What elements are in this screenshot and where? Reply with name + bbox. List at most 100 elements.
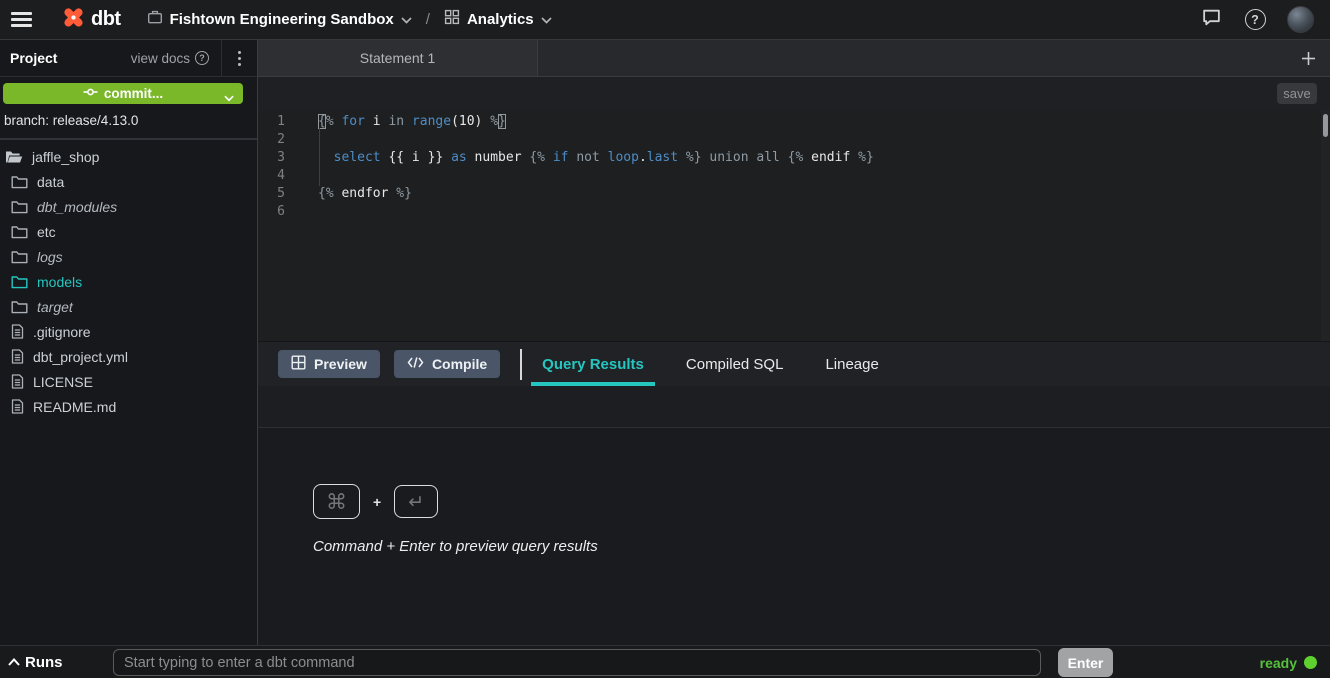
tab-statement-1[interactable]: Statement 1: [258, 40, 538, 76]
branch-label: branch: release/4.13.0: [4, 113, 257, 128]
dbt-logo-text: dbt: [91, 8, 121, 31]
tree-item-label: data: [37, 174, 64, 190]
folder-icon: [11, 300, 28, 314]
command-key-icon: ⌘: [313, 484, 360, 519]
editor-tab-bar: Statement 1: [258, 40, 1330, 77]
tree-item-models[interactable]: models: [0, 269, 257, 294]
grid-icon: [444, 9, 460, 30]
runs-panel-toggle[interactable]: Runs: [8, 653, 63, 671]
code-line-3: 3 select {{ i }} as number {% if not loo…: [258, 149, 1330, 167]
view-docs-label: view docs: [131, 51, 190, 66]
code-line-6: 6: [258, 203, 1330, 221]
tree-item-label: target: [37, 299, 73, 315]
editor-column: Statement 1 save 1{% for i in range(10) …: [258, 40, 1330, 645]
line-number: 3: [258, 149, 304, 167]
top-bar: dbt Fishtown Engineering Sandbox /: [0, 0, 1330, 40]
command-bar: Runs Enter ready: [0, 645, 1330, 678]
file-icon: [11, 324, 24, 339]
editor-action-strip: save: [258, 77, 1330, 110]
file-tree: jaffle_shopdata dbt_modulesetc logs models t…: [0, 144, 257, 419]
view-docs-link[interactable]: view docs ?: [131, 51, 209, 66]
tree-item--gitignore[interactable]: .gitignore: [0, 319, 257, 344]
tree-item-logs[interactable]: logs: [0, 244, 257, 269]
shortcut-hint: ⌘ + ↵: [313, 484, 1330, 519]
tree-item-label: logs: [37, 249, 63, 265]
editor-scrollbar[interactable]: [1321, 110, 1330, 341]
results-tab-compiled-sql[interactable]: Compiled SQL: [686, 342, 784, 386]
tree-item-label: README.md: [33, 399, 116, 415]
editor-scrollbar-thumb[interactable]: [1323, 114, 1328, 137]
dbt-logo[interactable]: dbt: [60, 4, 121, 36]
tree-item-data[interactable]: data: [0, 169, 257, 194]
tree-item-dbt-project-yml[interactable]: dbt_project.yml: [0, 344, 257, 369]
results-tab-query-results[interactable]: Query Results: [542, 342, 644, 386]
help-button[interactable]: ?: [1243, 8, 1267, 32]
runs-label: Runs: [25, 654, 63, 671]
compile-button-label: Compile: [432, 356, 487, 372]
file-icon: [11, 349, 24, 364]
sidebar-header: Project view docs ?: [0, 40, 257, 77]
save-button[interactable]: save: [1277, 83, 1317, 104]
file-icon: [11, 374, 24, 389]
line-number: 2: [258, 131, 304, 149]
enter-button[interactable]: Enter: [1058, 648, 1113, 677]
folder-icon: [11, 200, 28, 214]
commit-button[interactable]: commit...: [3, 83, 243, 104]
git-commit-icon: [83, 85, 98, 102]
results-content: ⌘ + ↵ Command + Enter to preview query r…: [258, 428, 1330, 645]
shortcut-hint-text: Command + Enter to preview query results: [313, 538, 1330, 555]
plus-icon: [1301, 51, 1316, 66]
results-subheader: [258, 386, 1330, 428]
hamburger-icon: [11, 9, 32, 31]
project-switcher[interactable]: Analytics: [444, 9, 552, 30]
results-toolbar: Preview Compile Query Results Compiled SQ…: [258, 341, 1330, 386]
code-editor[interactable]: 1{% for i in range(10) %}23 select {{ i …: [258, 110, 1330, 341]
tree-item-label: jaffle_shop: [32, 149, 99, 165]
code-line-5: 5{% endfor %}: [258, 185, 1330, 203]
account-switcher[interactable]: Fishtown Engineering Sandbox: [147, 9, 412, 30]
tree-item-label: dbt_modules: [37, 199, 117, 215]
folder-icon: [11, 275, 28, 289]
chevron-down-icon: [224, 90, 234, 105]
tree-item-jaffle-shop[interactable]: jaffle_shop: [0, 144, 257, 169]
dbt-command-input[interactable]: [113, 649, 1041, 676]
project-name: Analytics: [467, 11, 534, 28]
tree-item-readme-md[interactable]: README.md: [0, 394, 257, 419]
hamburger-menu-button[interactable]: [0, 0, 42, 39]
tree-item-label: dbt_project.yml: [33, 349, 128, 365]
new-tab-button[interactable]: [1286, 40, 1330, 76]
code-line-1: 1{% for i in range(10) %}: [258, 113, 1330, 131]
tree-item-etc[interactable]: etc: [0, 219, 257, 244]
dbt-cloud-ide: dbt Fishtown Engineering Sandbox /: [0, 0, 1330, 678]
status-dot-icon: [1304, 656, 1317, 669]
folder-icon: [11, 225, 28, 239]
git-section: commit... branch: release/4.13.0: [0, 77, 257, 140]
feedback-button[interactable]: [1199, 8, 1223, 32]
results-tabs: Query Results Compiled SQL Lineage: [542, 342, 879, 386]
file-icon: [11, 399, 24, 414]
file-explorer-sidebar: Project view docs ?: [0, 40, 258, 645]
tree-item-dbt-modules[interactable]: dbt_modules: [0, 194, 257, 219]
breadcrumb-separator: /: [426, 11, 430, 28]
plus-separator: +: [373, 494, 381, 510]
briefcase-icon: [147, 9, 163, 30]
chevron-up-icon: [8, 653, 20, 671]
tree-item-license[interactable]: LICENSE: [0, 369, 257, 394]
sidebar-menu-button[interactable]: [221, 40, 257, 76]
tree-item-label: .gitignore: [33, 324, 91, 340]
commit-button-label: commit...: [104, 86, 163, 101]
preview-button[interactable]: Preview: [278, 350, 380, 378]
sidebar-title: Project: [10, 50, 57, 66]
user-avatar[interactable]: [1287, 6, 1314, 33]
return-key-icon: ↵: [394, 485, 438, 518]
save-button-label: save: [1283, 86, 1310, 101]
compile-button[interactable]: Compile: [394, 350, 500, 378]
results-tab-lineage[interactable]: Lineage: [825, 342, 878, 386]
tree-item-target[interactable]: target: [0, 294, 257, 319]
status-indicator: ready: [1260, 646, 1317, 678]
indent-guide: [319, 128, 320, 186]
tree-item-label: etc: [37, 224, 56, 240]
enter-button-label: Enter: [1068, 655, 1104, 671]
line-number: 1: [258, 113, 304, 131]
toolbar-divider: [520, 349, 522, 380]
